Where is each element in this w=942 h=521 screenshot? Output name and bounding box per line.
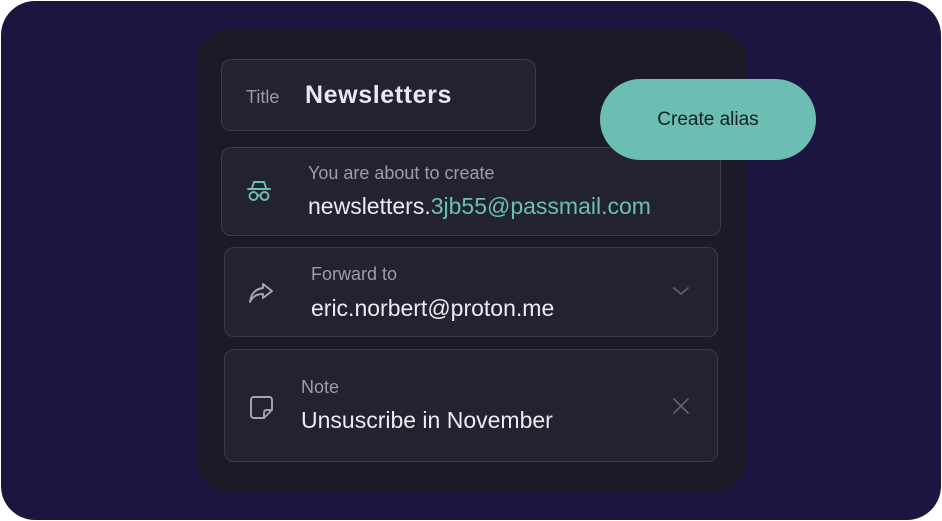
title-input[interactable]: Newsletters (305, 81, 452, 110)
note-caption: Note (301, 377, 340, 397)
title-field[interactable]: Title Newsletters (221, 59, 536, 131)
forward-to-field[interactable]: Forward to eric.norbert@proton.me (224, 247, 718, 337)
alias-prefix: newsletters. (308, 193, 431, 219)
alias-caption: You are about to create (308, 163, 495, 183)
chevron-down-icon[interactable] (672, 284, 690, 298)
alias-address: newsletters.3jb55@passmail.com (308, 193, 651, 220)
note-icon (249, 395, 275, 421)
forward-caption: Forward to (311, 264, 398, 284)
alias-preview-field: You are about to create newsletters.3jb5… (221, 147, 721, 236)
close-icon[interactable] (672, 397, 690, 415)
title-label: Title (246, 87, 280, 107)
forward-address: eric.norbert@proton.me (311, 295, 555, 321)
note-field[interactable]: Note Unsuscribe in November (224, 349, 718, 462)
create-alias-button[interactable]: Create alias (600, 79, 816, 160)
alias-suffix: 3jb55@passmail.com (430, 193, 651, 219)
note-text: Unsuscribe in November (301, 407, 553, 433)
forward-arrow-icon (248, 281, 274, 305)
incognito-icon (246, 179, 272, 203)
